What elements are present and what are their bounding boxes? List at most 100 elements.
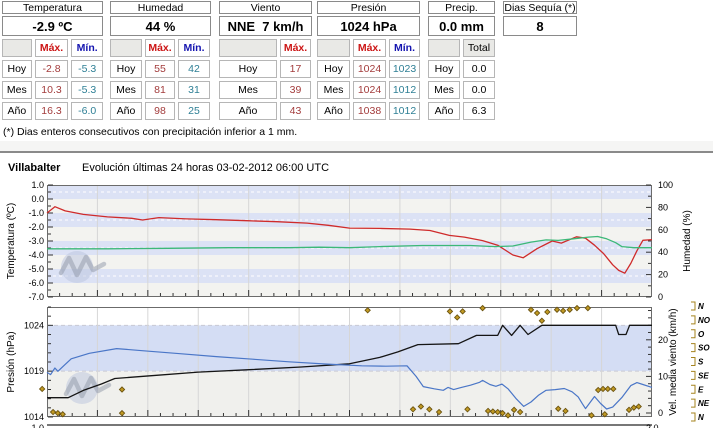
row-label: Mes (219, 81, 277, 99)
direction-bracket (691, 413, 695, 421)
separator-line (0, 151, 713, 153)
row-label: Hoy (219, 60, 277, 78)
row-label: Año (317, 102, 350, 120)
chart1-left-tick: -4.0 (28, 250, 44, 260)
table-row: Mes 81 31 (110, 81, 211, 99)
wind-direction-marker (455, 315, 460, 320)
table-row: Mes 10.3 -5.3 (2, 81, 103, 99)
evolution-charts: 1.00.0-1.0-2.0-3.0-4.0-5.0-6.0-7.0100806… (0, 179, 713, 428)
wind-axis-label: Vel. media viento (km/h) (668, 308, 679, 415)
max-value: 16.3 (35, 102, 69, 120)
wind-direction-marker (447, 309, 452, 314)
summary-group-dias-sequia: Dias Sequía (*) 8 (503, 1, 577, 39)
direction-bracket (691, 344, 695, 352)
max-value: 81 (145, 81, 175, 99)
row-label: Hoy (428, 60, 460, 78)
total-value: 0.0 (463, 60, 495, 78)
current-precip: 0.0 mm (428, 16, 495, 36)
temperature-axis-label: Temperatura (ºC) (6, 203, 17, 279)
min-value: 42 (178, 60, 210, 78)
max-value: 98 (145, 102, 175, 120)
separator-band (0, 141, 713, 151)
chart1-right-tick: 0 (658, 292, 663, 302)
wind-direction-marker (534, 310, 539, 315)
direction-bracket (691, 358, 695, 366)
chart-header: Villabalter Evolución últimas 24 horas 0… (0, 162, 713, 176)
current-humidity: 44 % (110, 16, 211, 36)
next-chart-right-label: 2.0 (646, 423, 659, 428)
wind-direction-marker (545, 309, 550, 314)
direction-bracket (691, 330, 695, 338)
chart2-left-tick: 1014 (24, 412, 44, 422)
chart1-right-tick: 40 (658, 247, 668, 257)
row-label: Mes (110, 81, 142, 99)
min-header: Mín. (178, 39, 210, 57)
max-value: -2.8 (35, 60, 69, 78)
min-value: 31 (178, 81, 210, 99)
chart1-left-tick: -1.0 (28, 208, 44, 218)
chart1-right-tick: 60 (658, 225, 668, 235)
blank-cell (219, 39, 277, 57)
min-value: 1012 (389, 81, 420, 99)
weather-dashboard: Temperatura -2.9 ºC Máx. Mín. Hoy -2.8 -… (0, 0, 713, 428)
chart2-right-tick: 20 (658, 335, 668, 345)
next-chart-left-label: 1.0 (31, 423, 44, 428)
table-row: Hoy 0.0 (428, 60, 495, 78)
summary-group-precip: Precip. 0.0 mm Total Hoy 0.0 Mes 0.0 Año… (428, 1, 495, 123)
max-value: 55 (145, 60, 175, 78)
max-value: 1024 (353, 60, 386, 78)
row-label: Hoy (317, 60, 350, 78)
chart1-left-tick: -5.0 (28, 264, 44, 274)
direction-label: NO (698, 316, 711, 325)
chart2-right-tick: 10 (658, 371, 668, 381)
group-title: Humedad (110, 1, 211, 14)
row-label: Año (110, 102, 142, 120)
row-label: Hoy (110, 60, 142, 78)
direction-label: O (698, 330, 705, 339)
pressure-axis-label: Presión (hPa) (6, 331, 17, 392)
table-row: Mes 1024 1012 (317, 81, 420, 99)
blank-cell (317, 39, 350, 57)
row-label: Mes (2, 81, 32, 99)
direction-bracket (691, 371, 695, 379)
direction-label: SO (698, 344, 710, 353)
min-value: 1023 (389, 60, 420, 78)
max-header: Máx. (35, 39, 69, 57)
direction-bracket (691, 316, 695, 324)
table-row: Año 6.3 (428, 102, 495, 120)
footnote: (*) Dias enteros consecutivos con precip… (3, 126, 297, 138)
table-header-row: Máx. (219, 39, 312, 57)
row-label: Mes (317, 81, 350, 99)
max-value: 1024 (353, 81, 386, 99)
chart1-left-tick: -6.0 (28, 278, 44, 288)
station-name: Villabalter (8, 162, 60, 174)
row-label: Año (219, 102, 277, 120)
min-value: 1012 (389, 102, 420, 120)
max-value: 17 (280, 60, 311, 78)
max-header: Máx. (280, 39, 311, 57)
total-value: 0.0 (463, 81, 495, 99)
wind-direction-marker (365, 308, 370, 313)
wind-direction-marker (480, 306, 485, 311)
table-header-row: Máx. Mín. (110, 39, 211, 57)
table-row: Hoy 55 42 (110, 60, 211, 78)
blank-cell (2, 39, 32, 57)
table-row: Hoy -2.8 -5.3 (2, 60, 103, 78)
row-label: Hoy (2, 60, 32, 78)
group-title: Dias Sequía (*) (503, 1, 577, 14)
row-label: Año (428, 102, 460, 120)
chart1-right-tick: 80 (658, 202, 668, 212)
summary-group-presion: Presión 1024 hPa Máx. Mín. Hoy 1024 1023… (317, 1, 420, 123)
summary-group-viento: Viento NNE 7 km/h Máx. Hoy 17 Mes 39 Año… (219, 1, 312, 123)
group-title: Precip. (428, 1, 495, 14)
wind-direction-marker (560, 308, 565, 313)
chart1-right-tick: 20 (658, 270, 668, 280)
group-title: Temperatura (2, 1, 103, 14)
group-title: Viento (219, 1, 312, 14)
max-value: 39 (280, 81, 311, 99)
group-title: Presión (317, 1, 420, 14)
chart2-right-tick: 0 (658, 408, 663, 418)
min-value: -6.0 (71, 102, 103, 120)
chart2-left-tick: 1019 (24, 366, 44, 376)
table-row: Mes 0.0 (428, 81, 495, 99)
